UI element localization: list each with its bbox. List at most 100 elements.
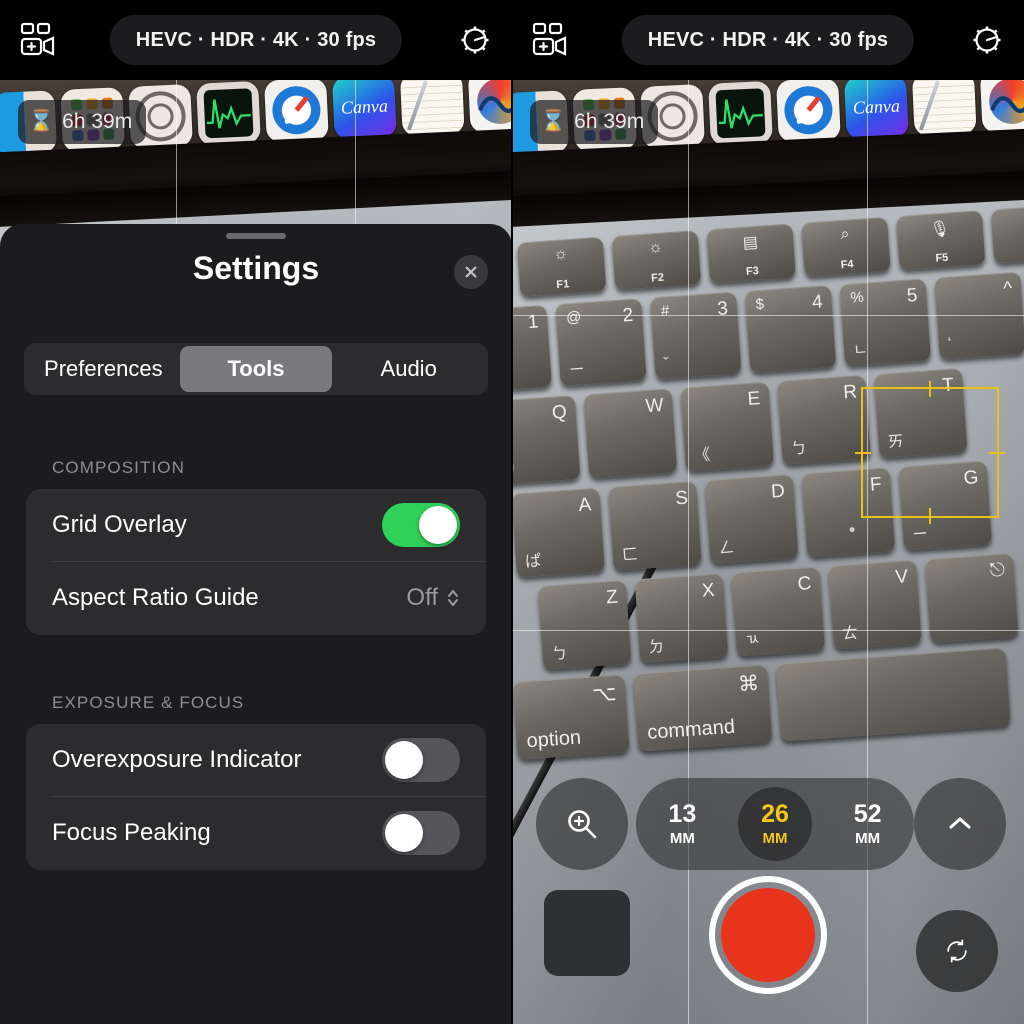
gear-icon[interactable] [458,23,492,57]
key-command: command ⌘ [633,664,773,752]
app-icon-activity-monitor [196,80,261,146]
key-f4: ⌕ F4 [801,216,891,277]
key-5: 5 ㄴ% [839,278,932,367]
expand-controls-button[interactable] [914,778,1006,870]
composition-card: Grid Overlay Aspect Ratio Guide Off [26,489,486,635]
app-icon-freeform [979,80,1024,134]
app-icon-notes [399,80,465,137]
tab-tools[interactable]: Tools [179,346,333,392]
settings-tabs: Preferences Tools Audio [24,343,488,395]
key-b: ⎋ [924,552,1019,643]
section-header-exposure-focus: EXPOSURE & FOCUS [52,693,245,712]
camera-flip-icon [947,939,967,963]
panel-divider [511,0,513,1024]
multi-camera-add-icon[interactable] [532,22,570,58]
key-f5: 🎙 F5 [895,210,986,271]
flip-camera-button[interactable] [916,910,998,992]
key-6: ^ ʻ [934,271,1024,360]
focus-reticle[interactable] [855,381,1005,524]
tab-preferences[interactable]: Preferences [27,346,180,392]
screen-time-badge: ⌛ 6h 39m [530,100,659,144]
chevron-up-icon [949,817,971,829]
key-e: E 《 [680,381,774,472]
drag-handle[interactable] [226,233,286,239]
key-3: 3 ˇ # [649,291,742,380]
last-capture-thumbnail[interactable] [544,890,630,976]
left-panel: Canva ⌛ 6h 39m HEVC · HDR · 4K · 30 fps … [0,0,512,1024]
lens-selector[interactable]: 13 MM 26 MM 52 MM [636,778,914,870]
exposure-focus-card: Overexposure Indicator Focus Peaking [26,724,486,870]
screen-time-value: 6h 39m [574,110,645,133]
toggle-knob [385,741,423,779]
lens-focal-length: 13 [668,800,697,828]
close-button[interactable] [454,255,488,289]
key-c: Cㄳ [731,566,825,657]
tab-audio[interactable]: Audio [332,346,485,392]
toggle-focus-peaking[interactable] [382,811,460,855]
key-a: Aぱ [512,487,605,578]
app-icon-freeform [467,80,512,134]
right-panel: Canva c [512,0,1024,1024]
key-f2: ☼ F2 [611,230,702,291]
multi-camera-add-icon[interactable] [20,22,58,58]
app-icon-activity-monitor [708,80,773,146]
chevron-updown-icon [448,590,458,606]
key-f6: F6 [990,203,1024,264]
app-icon-canva: Canva [331,80,397,140]
key-2: 2 ㄧ @ [555,298,647,387]
top-bar-right: HEVC · HDR · 4K · 30 fps [512,0,1024,80]
settings-sheet: Settings Preferences Tools Audio COMPOSI… [0,224,512,1024]
lens-option-13mm[interactable]: 13 MM [645,787,719,861]
row-grid-overlay[interactable]: Grid Overlay [26,489,486,561]
row-label-overexposure-indicator: Overexposure Indicator [52,746,302,773]
key-f3: ▤ F3 [706,223,796,284]
key-option: option ⌥ [512,674,630,760]
key-z: Zㄅ [537,580,632,670]
key-f1: ☼ F1 [516,236,607,297]
key-x: Xㄉ [634,573,729,664]
app-icon-canva: Canva [843,80,909,140]
key-space [775,647,1011,742]
format-pill[interactable]: HEVC · HDR · 4K · 30 fps [109,15,403,65]
zoom-button[interactable] [536,778,628,870]
lens-focal-length: 26 [761,800,789,828]
camera-preview-right[interactable]: Canva c [512,80,1024,1024]
key-v: Vㄊ [828,559,922,650]
magnifier-plus-icon [568,810,597,839]
key-q: Qㄅ [512,395,581,486]
key-s: Sㄈ [608,480,702,571]
lens-unit: MM [762,830,788,847]
lens-focal-length: 52 [853,800,882,828]
toggle-grid-overlay[interactable] [382,503,460,547]
app-icon-safari [776,80,841,143]
reticle-tick-left [855,451,871,454]
reticle-tick-bottom [929,508,931,524]
key-4: 4 $ [744,284,837,373]
key-w: W [583,388,678,479]
row-aspect-ratio-guide[interactable]: Aspect Ratio Guide Off [26,562,486,634]
app-icon-safari [264,80,329,143]
key-1: 1ㄢ! [512,304,552,393]
row-label-focus-peaking: Focus Peaking [52,819,211,846]
lens-option-52mm[interactable]: 52 MM [831,787,905,861]
record-button[interactable] [709,876,827,994]
reticle-tick-top [929,381,931,397]
aspect-ratio-value-wrap[interactable]: Off [406,584,460,612]
record-button-core [721,888,815,982]
key-d: Dㄥ [704,474,799,565]
aspect-ratio-value: Off [406,584,438,611]
app-icon-notes [911,80,977,137]
format-pill[interactable]: HEVC · HDR · 4K · 30 fps [621,15,915,65]
row-label-grid-overlay: Grid Overlay [52,511,187,538]
section-header-composition: COMPOSITION [52,458,185,477]
lens-option-26mm[interactable]: 26 MM [737,787,812,861]
screen-time-value: 6h 39m [62,110,133,133]
toggle-knob [385,814,423,852]
row-focus-peaking[interactable]: Focus Peaking [26,797,486,869]
screen-time-badge: ⌛ 6h 39m [18,100,147,144]
toggle-overexposure-indicator[interactable] [382,738,460,782]
gear-icon[interactable] [970,23,1004,57]
row-overexposure-indicator[interactable]: Overexposure Indicator [26,724,486,796]
hourglass-icon: ⌛ [28,110,55,133]
row-label-aspect-ratio-guide: Aspect Ratio Guide [52,584,259,611]
